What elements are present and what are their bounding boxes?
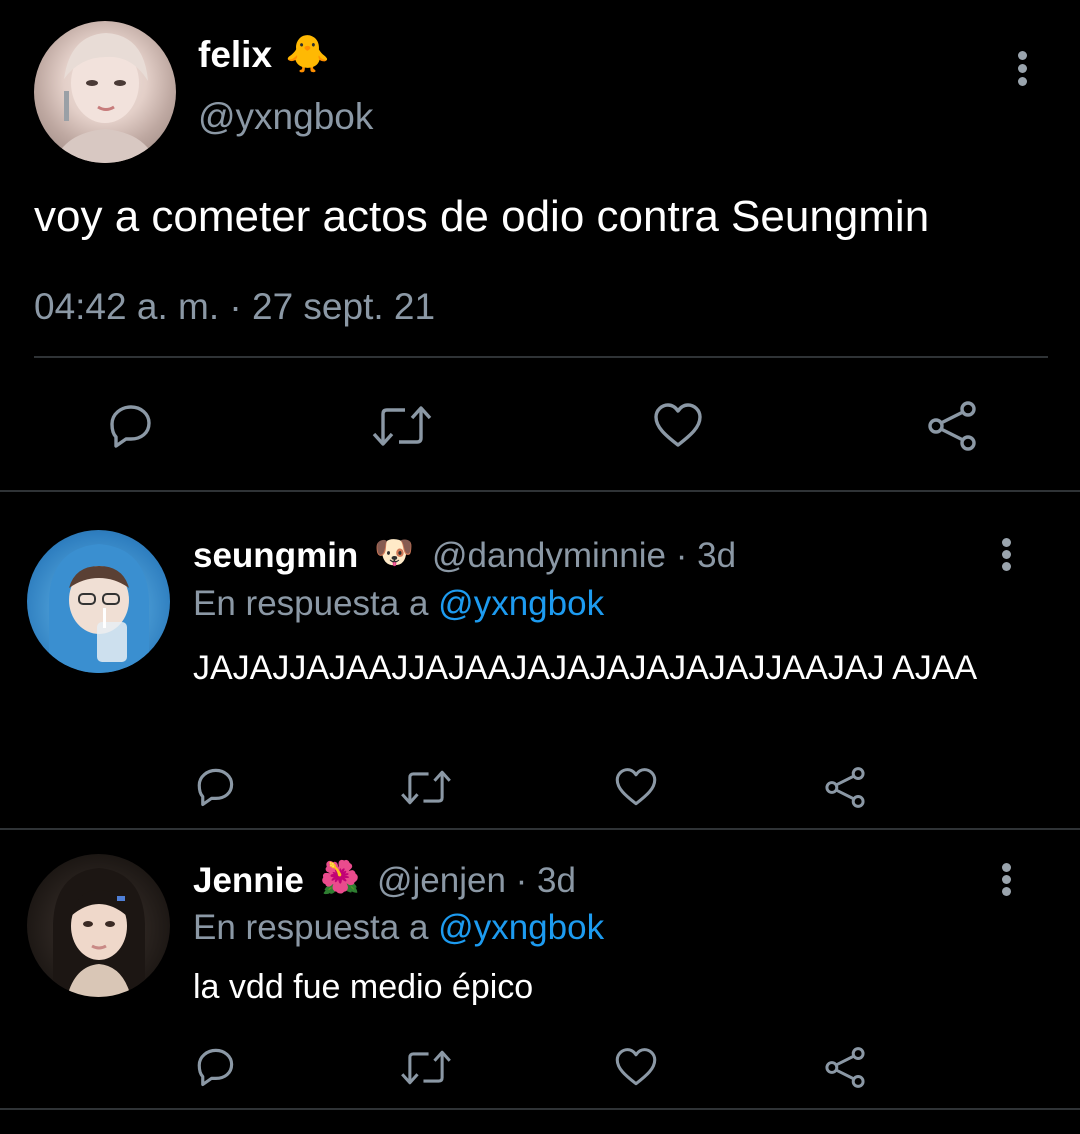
share-icon bbox=[825, 766, 865, 808]
like-icon bbox=[654, 403, 702, 447]
reply-button[interactable] bbox=[190, 764, 240, 810]
reply-author-emoji: 🐶 bbox=[374, 534, 414, 570]
divider bbox=[0, 828, 1080, 830]
retweet-button[interactable] bbox=[367, 398, 437, 454]
divider bbox=[0, 1108, 1080, 1110]
author-handle[interactable]: @yxngbok bbox=[198, 96, 373, 138]
avatar-felix[interactable] bbox=[34, 21, 176, 163]
retweet-button[interactable] bbox=[396, 764, 456, 810]
like-icon bbox=[615, 1047, 657, 1085]
author-emoji: 🐥 bbox=[285, 33, 330, 74]
replying-to-label: En respuesta a bbox=[193, 584, 429, 623]
reply-author-name[interactable]: seungmin bbox=[193, 536, 358, 576]
retweet-icon bbox=[401, 770, 451, 804]
more-options-icon[interactable] bbox=[996, 538, 1016, 571]
retweet-icon bbox=[372, 406, 432, 446]
reply-text: JAJAJJAJAAJJAJAAJAJAJAJAJAJAJJAAJAJ AJAA bbox=[193, 649, 978, 687]
divider bbox=[34, 356, 1048, 358]
felix-avatar-photo bbox=[54, 33, 156, 163]
reply-text: la vdd fue medio épico bbox=[193, 968, 534, 1006]
reply-button[interactable] bbox=[190, 1044, 240, 1090]
replying-to-label: En respuesta a bbox=[193, 908, 429, 947]
replying-to-mention[interactable]: @yxngbok bbox=[438, 584, 604, 623]
replying-to: En respuesta a @yxngbok bbox=[193, 584, 604, 624]
retweet-icon bbox=[401, 1050, 451, 1084]
reply-author-emoji: 🌺 bbox=[320, 859, 360, 895]
jennie-avatar-photo bbox=[53, 868, 145, 997]
divider bbox=[0, 490, 1080, 492]
share-icon bbox=[928, 401, 976, 451]
avatar-seungmin[interactable] bbox=[27, 530, 170, 673]
tweet-timestamp[interactable]: 04:42 a. m. · 27 sept. 21 bbox=[34, 286, 435, 328]
share-button[interactable] bbox=[820, 1044, 870, 1090]
share-icon bbox=[825, 1046, 865, 1088]
reply-icon bbox=[197, 1048, 234, 1087]
replying-to-mention[interactable]: @yxngbok bbox=[438, 908, 604, 947]
like-button[interactable] bbox=[611, 1044, 661, 1090]
more-options-icon[interactable] bbox=[996, 863, 1016, 896]
reply-author-handle[interactable]: @dandyminnie · 3d bbox=[432, 536, 736, 576]
like-button[interactable] bbox=[611, 764, 661, 810]
reply-author-name[interactable]: Jennie bbox=[193, 861, 304, 901]
retweet-button[interactable] bbox=[396, 1044, 456, 1090]
reply-author-handle[interactable]: @jenjen · 3d bbox=[377, 861, 576, 901]
more-options-icon[interactable] bbox=[1012, 51, 1032, 86]
share-button[interactable] bbox=[922, 398, 982, 454]
share-button[interactable] bbox=[820, 764, 870, 810]
like-button[interactable] bbox=[648, 398, 708, 454]
reply-icon bbox=[197, 768, 234, 807]
author-name[interactable]: felix bbox=[198, 34, 272, 76]
reply-icon bbox=[110, 405, 151, 448]
reply-button[interactable] bbox=[100, 398, 160, 454]
like-icon bbox=[615, 767, 657, 805]
tweet-text: voy a cometer actos de odio contra Seung… bbox=[34, 192, 930, 241]
avatar-jennie[interactable] bbox=[27, 854, 170, 997]
replying-to: En respuesta a @yxngbok bbox=[193, 908, 604, 948]
seungmin-avatar-photo bbox=[49, 544, 149, 673]
